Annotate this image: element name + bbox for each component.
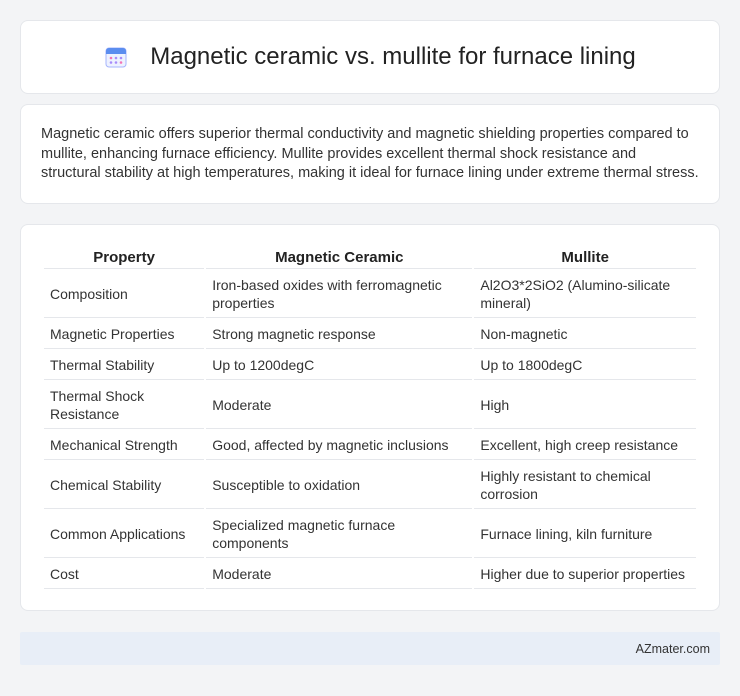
cell-magnetic-ceramic: Moderate xyxy=(206,560,473,589)
table-header-row: Property Magnetic Ceramic Mullite xyxy=(44,245,696,269)
summary-text: Magnetic ceramic offers superior thermal… xyxy=(41,126,699,181)
table-row: Chemical Stability Susceptible to oxidat… xyxy=(44,462,696,509)
cell-property: Composition xyxy=(44,271,205,318)
footer-brand: AZmater.com xyxy=(635,641,710,656)
cell-property: Chemical Stability xyxy=(44,462,205,509)
table-row: Thermal Shock Resistance Moderate High xyxy=(44,382,696,429)
cell-mullite: Highly resistant to chemical corrosion xyxy=(474,462,696,509)
cell-property: Thermal Stability xyxy=(44,351,205,380)
footer-bar: AZmater.com xyxy=(20,632,720,665)
cell-mullite: High xyxy=(474,382,696,429)
cell-property: Cost xyxy=(44,560,205,589)
header-property: Property xyxy=(44,245,205,269)
summary-card: Magnetic ceramic offers superior thermal… xyxy=(20,104,720,204)
table-row: Composition Iron-based oxides with ferro… xyxy=(44,271,696,318)
header-magnetic-ceramic: Magnetic Ceramic xyxy=(206,245,473,269)
table-row: Common Applications Specialized magnetic… xyxy=(44,511,696,558)
table-row: Mechanical Strength Good, affected by ma… xyxy=(44,431,696,460)
cell-property: Common Applications xyxy=(44,511,205,558)
comparison-table: Property Magnetic Ceramic Mullite Compos… xyxy=(42,243,698,591)
cell-mullite: Furnace lining, kiln furniture xyxy=(474,511,696,558)
cell-magnetic-ceramic: Iron-based oxides with ferromagnetic pro… xyxy=(206,271,473,318)
calendar-icon xyxy=(104,45,128,69)
title-card: Magnetic ceramic vs. mullite for furnace… xyxy=(20,20,720,94)
comparison-table-card: Property Magnetic Ceramic Mullite Compos… xyxy=(20,224,720,611)
table-row: Cost Moderate Higher due to superior pro… xyxy=(44,560,696,589)
cell-magnetic-ceramic: Susceptible to oxidation xyxy=(206,462,473,509)
table-row: Thermal Stability Up to 1200degC Up to 1… xyxy=(44,351,696,380)
page-title: Magnetic ceramic vs. mullite for furnace… xyxy=(150,43,636,70)
cell-magnetic-ceramic: Specialized magnetic furnace components xyxy=(206,511,473,558)
cell-magnetic-ceramic: Strong magnetic response xyxy=(206,320,473,349)
cell-mullite: Al2O3*2SiO2 (Alumino-silicate mineral) xyxy=(474,271,696,318)
cell-mullite: Excellent, high creep resistance xyxy=(474,431,696,460)
cell-magnetic-ceramic: Good, affected by magnetic inclusions xyxy=(206,431,473,460)
cell-magnetic-ceramic: Up to 1200degC xyxy=(206,351,473,380)
cell-property: Magnetic Properties xyxy=(44,320,205,349)
cell-mullite: Up to 1800degC xyxy=(474,351,696,380)
cell-mullite: Higher due to superior properties xyxy=(474,560,696,589)
cell-mullite: Non-magnetic xyxy=(474,320,696,349)
cell-magnetic-ceramic: Moderate xyxy=(206,382,473,429)
cell-property: Mechanical Strength xyxy=(44,431,205,460)
cell-property: Thermal Shock Resistance xyxy=(44,382,205,429)
header-mullite: Mullite xyxy=(474,245,696,269)
table-row: Magnetic Properties Strong magnetic resp… xyxy=(44,320,696,349)
